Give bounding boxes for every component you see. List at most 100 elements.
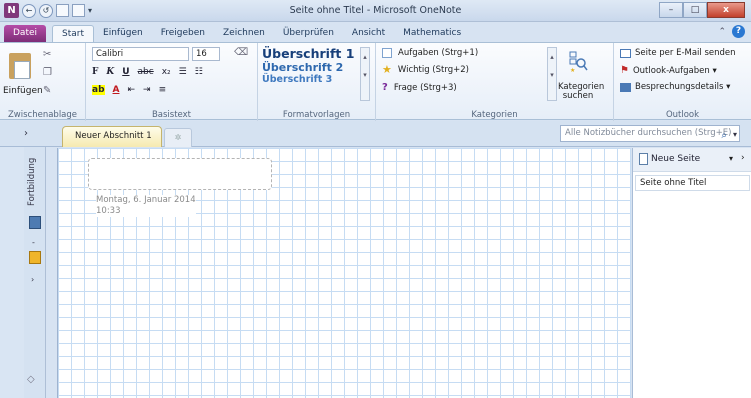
font-name-dropdown[interactable]: Calibri [92, 47, 189, 61]
format-row-2: ab A ⇤ ⇥ ≡ [92, 85, 166, 95]
new-page-dropdown[interactable]: ▾ [729, 154, 733, 163]
flag-icon: ⚑ [620, 65, 629, 76]
expand-navigation-icon[interactable]: › [6, 121, 46, 147]
new-page-button[interactable]: Neue Seite [651, 154, 700, 164]
find-tags-label[interactable]: Kategorien suchen [558, 83, 604, 101]
outlook-tasks-button[interactable]: ⚑ Outlook-Aufgaben ▾ [620, 65, 717, 76]
styles-group-label: Formatvorlagen [282, 110, 351, 120]
bullets-icon[interactable]: ☰ [179, 67, 187, 77]
minimize-button[interactable]: – [659, 2, 683, 18]
copy-icon[interactable]: ❐ [43, 67, 52, 78]
tab-mathematics[interactable]: Mathematics [394, 25, 470, 42]
style-heading-3[interactable]: Überschrift 3 [262, 74, 346, 85]
checkbox-icon [382, 48, 392, 58]
styles-gallery: Überschrift 1 Überschrift 2 Überschrift … [262, 46, 354, 103]
bold-button[interactable]: F [92, 67, 98, 77]
minimize-ribbon-icon[interactable]: ⌃ [718, 27, 726, 37]
meeting-icon [620, 82, 631, 92]
clear-formatting-icon[interactable]: ⌫ [234, 47, 248, 58]
tags-scroller[interactable]: ▴ ▾ [547, 47, 557, 101]
tag-label: Wichtig (Strg+2) [397, 65, 469, 75]
style-heading-2[interactable]: Überschrift 2 [262, 61, 346, 74]
styles-scroller[interactable]: ▴ ▾ [360, 47, 370, 101]
page-time: 10:33 [96, 206, 121, 216]
strikethrough-button[interactable]: abc [138, 67, 154, 77]
unfiled-notes-bottom-icon[interactable]: ◇ [27, 374, 35, 385]
ribbon-tabs: Datei Start Einfügen Freigeben Zeichnen … [0, 23, 751, 42]
page-datetime: Montag, 6. Januar 2014 10:33 [96, 195, 196, 217]
new-section-tab[interactable]: ✲ [164, 128, 192, 147]
mail-icon [620, 48, 631, 58]
tab-start[interactable]: Start [52, 25, 95, 42]
email-page-label: Seite per E-Mail senden [635, 48, 736, 58]
search-scope-dropdown[interactable]: ▾ [733, 127, 737, 142]
new-page-icon[interactable] [639, 153, 648, 165]
tab-zeichnen[interactable]: Zeichnen [214, 25, 274, 42]
underline-button[interactable]: U [122, 67, 129, 77]
subscript-button[interactable]: x₂ [162, 67, 171, 77]
tab-freigeben[interactable]: Freigeben [152, 25, 214, 42]
style-heading-1[interactable]: Überschrift 1 [262, 46, 354, 61]
tag-item-important[interactable]: ★ Wichtig (Strg+2) [382, 63, 469, 76]
alignment-icon[interactable]: ≡ [159, 85, 167, 95]
meeting-details-label: Besprechungsdetails ▾ [635, 82, 731, 92]
help-icon[interactable]: ? [732, 25, 745, 38]
basic-text-group-label: Basistext [151, 110, 192, 120]
tag-label: Aufgaben (Strg+1) [398, 48, 479, 58]
find-tags-label-2: suchen [562, 91, 594, 101]
section-bar: › Neuer Abschnitt 1 ✲ Alle Notizbücher d… [0, 121, 751, 147]
window-title: Seite ohne Titel - Microsoft OneNote [289, 5, 462, 16]
maximize-button[interactable]: □ [683, 2, 707, 18]
search-placeholder: Alle Notizbücher durchsuchen (Strg+E) [565, 128, 732, 138]
notebook-icon[interactable] [29, 216, 41, 229]
page-title-input[interactable] [88, 158, 272, 190]
collapse-page-list-icon[interactable]: › [741, 153, 745, 163]
tab-einfuegen[interactable]: Einfügen [94, 25, 152, 42]
tab-ansicht[interactable]: Ansicht [343, 25, 394, 42]
section-tab-active[interactable]: Neuer Abschnitt 1 [62, 126, 162, 147]
tag-label: Frage (Strg+3) [393, 82, 457, 93]
list-item[interactable]: Seite ohne Titel [635, 175, 750, 191]
title-bar: N ← ↺ ▾ Seite ohne Titel - Microsoft One… [0, 0, 751, 22]
tab-ueberpruefen[interactable]: Überprüfen [274, 25, 343, 42]
font-size-dropdown[interactable]: 16 [192, 47, 220, 61]
font-color-button[interactable]: A [113, 85, 120, 95]
close-button[interactable]: x [707, 2, 745, 18]
format-row: F K U abc x₂ ☰ ☷ [92, 67, 203, 77]
tag-item-todo[interactable]: Aufgaben (Strg+1) [382, 48, 478, 58]
svg-text:★: ★ [570, 67, 575, 73]
outlook-group-label: Outlook [665, 110, 700, 120]
italic-button[interactable]: K [106, 67, 114, 77]
expand-notebook-icon[interactable]: › [31, 275, 34, 284]
clipboard-group-label: Zwischenablage [7, 110, 78, 120]
notebook-divider: - [32, 238, 35, 247]
tab-datei[interactable]: Datei [4, 25, 47, 42]
numbering-icon[interactable]: ☷ [195, 67, 203, 77]
meeting-details-button[interactable]: Besprechungsdetails ▾ [620, 82, 730, 92]
outlook-tasks-label: Outlook-Aufgaben ▾ [632, 65, 717, 76]
paste-icon[interactable] [9, 53, 31, 79]
decrease-indent-icon[interactable]: ⇤ [127, 85, 135, 95]
unfiled-notes-icon[interactable] [29, 251, 41, 264]
tag-item-question[interactable]: ? Frage (Strg+3) [382, 82, 457, 93]
email-page-button[interactable]: Seite per E-Mail senden [620, 48, 736, 58]
cut-icon[interactable]: ✂ [43, 49, 51, 60]
paste-button-label[interactable]: Einfügen [3, 86, 43, 96]
styles-group: Überschrift 1 Überschrift 2 Überschrift … [258, 43, 376, 121]
highlight-button[interactable]: ab [92, 85, 105, 95]
tags-group: Aufgaben (Strg+1) ★ Wichtig (Strg+2) ? F… [376, 43, 614, 121]
search-icon[interactable]: ⌕ [721, 128, 727, 143]
increase-indent-icon[interactable]: ⇥ [143, 85, 151, 95]
ribbon-help-area: ⌃ ? [718, 25, 745, 38]
left-strip [0, 147, 24, 398]
search-input[interactable]: Alle Notizbücher durchsuchen (Strg+E) ⌕ … [560, 125, 740, 142]
page-canvas[interactable]: Montag, 6. Januar 2014 10:33 [57, 148, 631, 398]
find-tags-icon[interactable]: ★ [568, 51, 588, 73]
notebook-label[interactable]: Fortbildung [27, 152, 43, 212]
basic-text-group: Calibri 16 ⌫ F K U abc x₂ ☰ ☷ ab A ⇤ ⇥ ≡… [86, 43, 258, 121]
outlook-group: Seite per E-Mail senden ⚑ Outlook-Aufgab… [614, 43, 751, 121]
star-icon: ★ [382, 63, 392, 76]
clipboard-group: Einfügen ✂ ❐ ✎ Zwischenablage [0, 43, 86, 121]
format-painter-icon[interactable]: ✎ [43, 85, 51, 96]
question-icon: ? [382, 82, 388, 93]
